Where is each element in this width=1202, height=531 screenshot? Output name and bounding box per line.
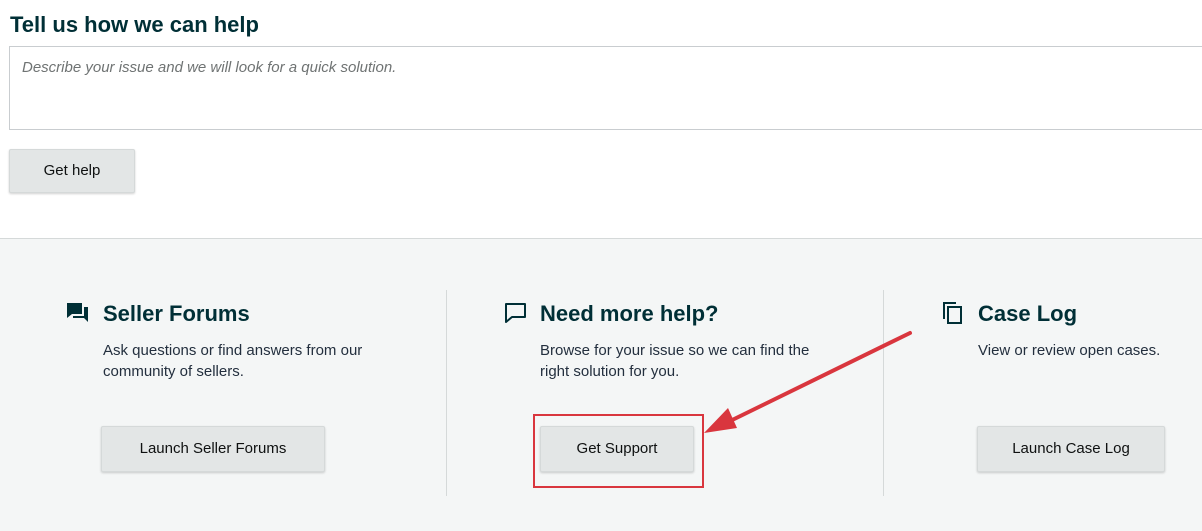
pointer-arrow-icon: [704, 331, 912, 433]
help-page: Tell us how we can help Get help Seller …: [0, 0, 1202, 531]
